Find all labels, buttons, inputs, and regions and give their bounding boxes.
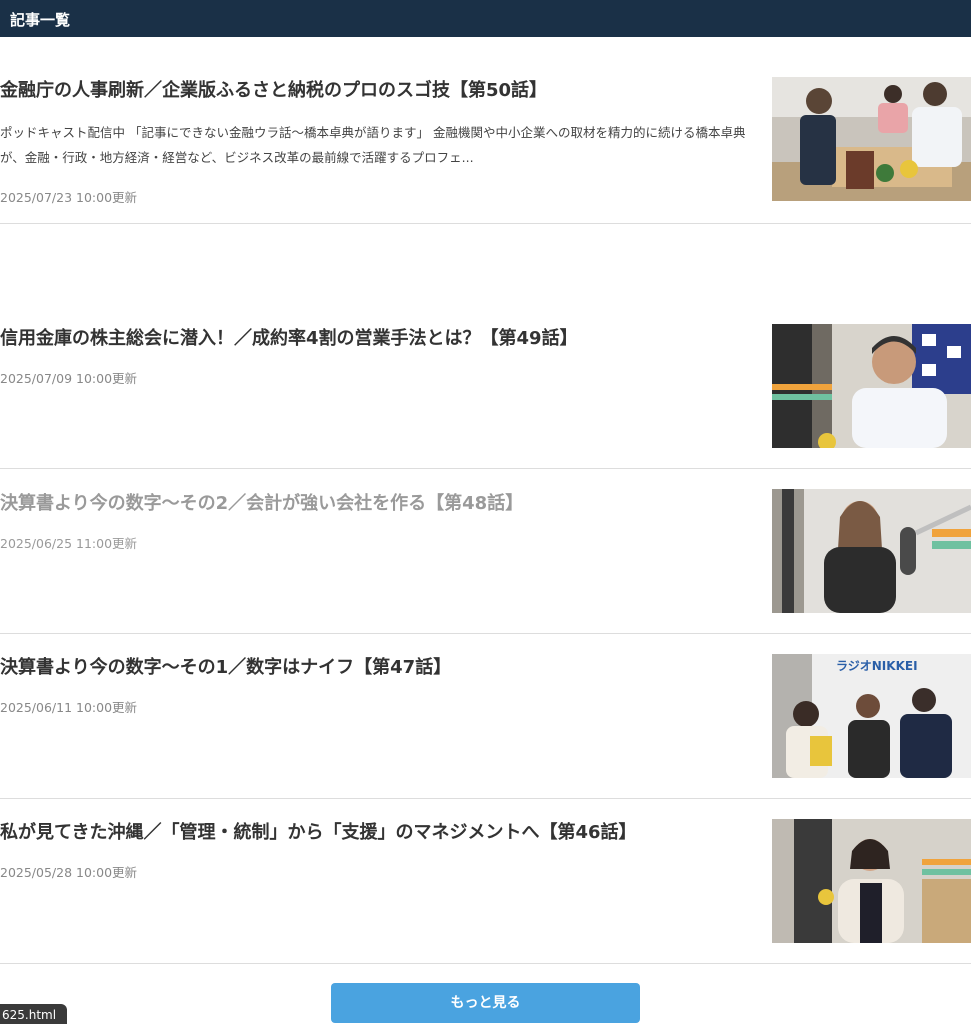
link-status-tooltip: 625.html [0, 1004, 67, 1024]
load-more-button[interactable]: もっと見る [331, 983, 640, 1023]
article-title[interactable]: 決算書より今の数字〜その2／会計が強い会社を作る【第48話】 [0, 491, 760, 517]
page-header: 記事一覧 [0, 0, 971, 37]
thumbnail-image-studio-guest [772, 489, 971, 613]
article-date: 2025/05/28 10:00更新 [0, 865, 138, 880]
article-item[interactable]: 信用金庫の株主総会に潜入！／成約率4割の営業手法とは？【第49話】 2025/0… [0, 324, 971, 469]
article-title[interactable]: 私が見てきた沖縄／「管理・統制」から「支援」のマネジメントへ【第46話】 [0, 820, 760, 846]
article-title[interactable]: 決算書より今の数字〜その1／数字はナイフ【第47話】 [0, 655, 760, 681]
article-date: 2025/07/09 10:00更新 [0, 371, 138, 386]
article-excerpt: ポッドキャスト配信中 「記事にできない金融ウラ話〜橋本卓典が語ります」 金融機関… [0, 125, 746, 165]
article-thumbnail[interactable] [772, 324, 971, 448]
article-thumbnail[interactable] [772, 819, 971, 943]
article-thumbnail[interactable]: ラジオNIKKEI [772, 654, 971, 778]
article-item[interactable]: 決算書より今の数字〜その1／数字はナイフ【第47話】 2025/06/11 10… [0, 654, 971, 799]
article-date: 2025/07/23 10:00更新 [0, 190, 138, 205]
thumbnail-image-studio-host [772, 819, 971, 943]
page-title: 記事一覧 [10, 11, 71, 29]
thumbnail-image-group-photo: ラジオNIKKEI [772, 654, 971, 778]
thumbnail-image-studio-table [772, 77, 971, 201]
article-date: 2025/06/11 10:00更新 [0, 700, 138, 715]
article-title[interactable]: 信用金庫の株主総会に潜入！／成約率4割の営業手法とは？【第49話】 [0, 326, 760, 352]
article-thumbnail[interactable] [772, 77, 971, 201]
article-item[interactable]: 私が見てきた沖縄／「管理・統制」から「支援」のマネジメントへ【第46話】 202… [0, 819, 971, 964]
article-thumbnail[interactable] [772, 489, 971, 613]
article-date: 2025/06/25 11:00更新 [0, 536, 138, 551]
article-title[interactable]: 金融庁の人事刷新／企業版ふるさと納税のプロのスゴ技【第50話】 [0, 78, 760, 104]
studio-sign-text: ラジオNIKKEI [836, 659, 918, 673]
article-item[interactable]: 金融庁の人事刷新／企業版ふるさと納税のプロのスゴ技【第50話】 ポッドキャスト配… [0, 77, 971, 224]
article-item[interactable]: 決算書より今の数字〜その2／会計が強い会社を作る【第48話】 2025/06/2… [0, 489, 971, 634]
thumbnail-image-studio-interview [772, 324, 971, 448]
